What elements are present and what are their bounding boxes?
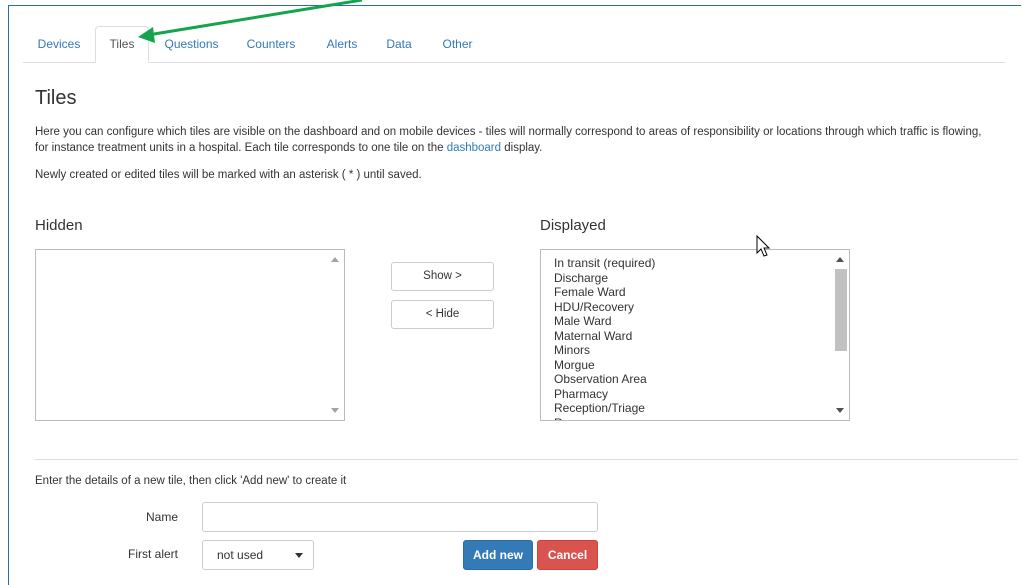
tab-bar: Devices Tiles Questions Counters Alerts … [23, 26, 1005, 63]
chevron-down-icon [295, 553, 303, 558]
scroll-up-icon[interactable] [331, 257, 339, 262]
hide-button[interactable]: < Hide [391, 300, 494, 329]
asterisk-note: Newly created or edited tiles will be ma… [35, 169, 422, 181]
first-alert-value: not used [217, 548, 264, 562]
list-item[interactable]: Morgue [554, 358, 655, 373]
show-button[interactable]: Show > [391, 262, 494, 291]
new-tile-instructions: Enter the details of a new tile, then cl… [35, 475, 347, 487]
hidden-list-label: Hidden [35, 217, 83, 234]
cancel-button[interactable]: Cancel [537, 540, 598, 570]
list-item[interactable]: HDU/Recovery [554, 300, 655, 315]
first-alert-label: First alert [127, 547, 178, 561]
add-new-button[interactable]: Add new [463, 540, 533, 570]
list-item[interactable]: R [554, 416, 655, 421]
displayed-tiles-listbox[interactable]: In transit (required) Discharge Female W… [540, 249, 850, 421]
intro-text-end: display. [501, 142, 543, 154]
hidden-list-scrollbar[interactable] [327, 250, 344, 420]
list-item[interactable]: Female Ward [554, 285, 655, 300]
tab-questions[interactable]: Questions [154, 26, 229, 62]
list-item[interactable]: Minors [554, 343, 655, 358]
name-input[interactable] [202, 502, 598, 532]
tab-devices[interactable]: Devices [23, 26, 95, 62]
displayed-list-scrollbar[interactable] [832, 250, 849, 420]
tab-other[interactable]: Other [429, 26, 486, 62]
list-item[interactable]: Discharge [554, 271, 655, 286]
list-item[interactable]: Reception/Triage [554, 401, 655, 416]
tab-counters[interactable]: Counters [235, 26, 307, 62]
list-item[interactable]: Maternal Ward [554, 329, 655, 344]
list-item[interactable]: Pharmacy [554, 387, 655, 402]
list-item[interactable]: In transit (required) [554, 256, 655, 271]
tab-data[interactable]: Data [376, 26, 422, 62]
displayed-items: In transit (required) Discharge Female W… [554, 256, 655, 421]
scroll-thumb[interactable] [835, 269, 847, 351]
dashboard-link[interactable]: dashboard [447, 142, 501, 154]
list-item[interactable]: Male Ward [554, 314, 655, 329]
scroll-up-icon[interactable] [836, 257, 844, 262]
name-label: Name [145, 510, 178, 524]
first-alert-select[interactable]: not used [202, 540, 314, 570]
section-divider [35, 459, 1018, 460]
tab-alerts[interactable]: Alerts [315, 26, 369, 62]
intro-paragraph: Here you can configure which tiles are v… [35, 124, 995, 156]
scroll-down-icon[interactable] [331, 408, 339, 413]
scroll-down-icon[interactable] [836, 408, 844, 413]
displayed-list-label: Displayed [540, 217, 606, 234]
list-item[interactable]: Observation Area [554, 372, 655, 387]
page-title: Tiles [35, 87, 77, 109]
tab-tiles[interactable]: Tiles [95, 26, 149, 63]
hidden-tiles-listbox[interactable] [35, 249, 345, 421]
